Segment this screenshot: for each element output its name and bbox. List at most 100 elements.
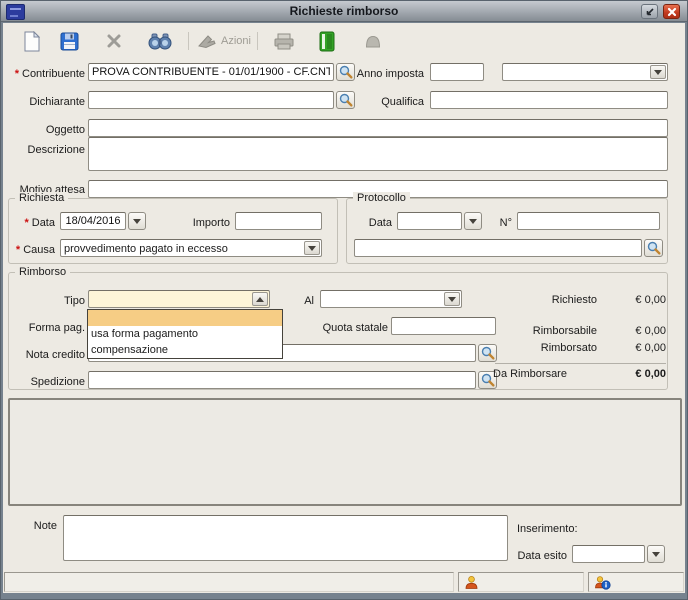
richiesta-data-label: *Data bbox=[8, 216, 55, 230]
richiesta-data-input[interactable] bbox=[60, 212, 126, 230]
combo-arrow-button[interactable] bbox=[252, 292, 268, 306]
causa-label: *Causa bbox=[8, 243, 55, 257]
save-button[interactable] bbox=[60, 27, 79, 55]
chevron-down-icon bbox=[469, 219, 477, 224]
protocollo-data-dropdown-button[interactable] bbox=[464, 212, 482, 230]
rimborsabile-label: Rimborsabile bbox=[493, 325, 597, 338]
close-icon bbox=[667, 7, 677, 17]
data-esito-input[interactable] bbox=[572, 545, 645, 563]
azioni-button[interactable]: Azioni bbox=[197, 27, 251, 55]
print-button[interactable] bbox=[273, 27, 295, 55]
restore-icon bbox=[645, 7, 655, 17]
protocollo-ricerca-input[interactable] bbox=[354, 239, 642, 257]
richiesto-label: Richiesto bbox=[493, 294, 597, 307]
dichiarante-label: Dichiarante bbox=[3, 95, 85, 109]
qualifica-input[interactable] bbox=[430, 91, 668, 109]
chevron-down-icon bbox=[448, 297, 456, 302]
close-button[interactable] bbox=[663, 4, 680, 19]
importo-label: Importo bbox=[163, 216, 230, 230]
data-esito-label: Data esito bbox=[503, 549, 567, 563]
richiesta-legend: Richiesta bbox=[15, 192, 68, 205]
tipo-anno-combo[interactable] bbox=[502, 63, 668, 81]
richiesta-data-dropdown-button[interactable] bbox=[128, 212, 146, 230]
causa-combo-value: provvedimento pagato in eccesso bbox=[64, 242, 301, 256]
qualifica-label: Qualifica bbox=[343, 95, 424, 109]
statusbar-user-panel bbox=[458, 572, 584, 592]
tipo-dropdown-list: usa forma pagamento compensazione bbox=[87, 309, 283, 359]
oggetto-label: Oggetto bbox=[3, 123, 85, 137]
protocollo-numero-input[interactable] bbox=[517, 212, 660, 230]
toolbar: Azioni bbox=[3, 23, 685, 60]
binoculars-icon bbox=[148, 33, 172, 50]
save-icon bbox=[60, 32, 79, 51]
statusbar-message-panel bbox=[4, 572, 454, 592]
oggetto-input[interactable] bbox=[88, 119, 668, 137]
protocollo-numero-label: N° bbox=[488, 216, 512, 230]
descrizione-label: Descrizione bbox=[3, 143, 85, 157]
nota-credito-label: Nota credito bbox=[3, 348, 85, 362]
al-label: Al bbox=[293, 294, 314, 308]
azioni-label: Azioni bbox=[221, 35, 251, 47]
rimborsato-value: € 0,00 bbox=[603, 342, 666, 355]
dichiarante-input[interactable] bbox=[88, 91, 334, 109]
tipo-combo[interactable] bbox=[88, 290, 270, 308]
magnifier-icon bbox=[647, 241, 661, 255]
importo-input[interactable] bbox=[235, 212, 322, 230]
combo-arrow-button[interactable] bbox=[444, 292, 460, 306]
toolbar-separator bbox=[257, 32, 258, 50]
data-esito-dropdown-button[interactable] bbox=[647, 545, 665, 563]
spedizione-input[interactable] bbox=[88, 371, 476, 389]
contribuente-label: *Contribuente bbox=[3, 67, 85, 81]
app-window: Richieste rimborso bbox=[0, 0, 688, 600]
inserimento-label: Inserimento: bbox=[517, 522, 617, 536]
da-rimborsare-value: € 0,00 bbox=[603, 368, 666, 381]
search-button[interactable] bbox=[148, 27, 172, 55]
spedizione-label: Spedizione bbox=[3, 375, 85, 389]
anno-imposta-label: Anno imposta bbox=[343, 67, 424, 81]
contribuente-label-text: Contribuente bbox=[22, 68, 85, 80]
archive-button[interactable] bbox=[319, 27, 335, 55]
gray-shield-icon bbox=[364, 34, 382, 49]
tipo-combo-value bbox=[92, 293, 249, 307]
required-marker: * bbox=[16, 244, 20, 256]
delete-button[interactable] bbox=[106, 27, 122, 55]
anno-imposta-input[interactable] bbox=[430, 63, 484, 81]
hand-icon bbox=[197, 33, 217, 49]
note-label: Note bbox=[13, 519, 57, 533]
protocollo-data-label: Data bbox=[353, 216, 392, 230]
protocollo-data-input[interactable] bbox=[397, 212, 462, 230]
dropdown-item-usa-forma-pagamento[interactable]: usa forma pagamento bbox=[88, 326, 282, 342]
quota-statale-input[interactable] bbox=[391, 317, 496, 335]
combo-arrow-button[interactable] bbox=[650, 65, 666, 79]
da-rimborsare-label: Da Rimborsare bbox=[493, 368, 597, 381]
dropdown-item-empty[interactable] bbox=[88, 310, 282, 326]
causa-label-text: Causa bbox=[23, 244, 55, 256]
detail-panel bbox=[8, 398, 682, 506]
protocollo-search-button[interactable] bbox=[644, 239, 663, 257]
contribuente-input[interactable] bbox=[88, 63, 334, 81]
forma-pag-label: Forma pag. bbox=[3, 321, 85, 335]
chevron-up-icon bbox=[256, 297, 264, 302]
al-combo-value bbox=[324, 293, 441, 307]
note-textarea[interactable] bbox=[63, 515, 508, 561]
protocollo-legend: Protocollo bbox=[353, 192, 410, 205]
chevron-down-icon bbox=[652, 552, 660, 557]
new-button[interactable] bbox=[23, 27, 40, 55]
chevron-down-icon bbox=[654, 70, 662, 75]
combo-arrow-button[interactable] bbox=[304, 241, 320, 255]
required-marker: * bbox=[24, 217, 28, 229]
user-info-icon bbox=[594, 575, 611, 590]
restore-button[interactable] bbox=[641, 4, 658, 19]
new-document-icon bbox=[23, 31, 40, 52]
al-combo[interactable] bbox=[320, 290, 462, 308]
title-bar: Richieste rimborso bbox=[1, 1, 687, 22]
toolbar-separator bbox=[188, 32, 189, 50]
rimborsato-label: Rimborsato bbox=[493, 342, 597, 355]
dropdown-item-compensazione[interactable]: compensazione bbox=[88, 342, 282, 358]
shield-button[interactable] bbox=[364, 27, 382, 55]
descrizione-textarea[interactable] bbox=[88, 137, 668, 171]
chevron-down-icon bbox=[133, 219, 141, 224]
richiesto-value: € 0,00 bbox=[603, 294, 666, 307]
causa-combo[interactable]: provvedimento pagato in eccesso bbox=[60, 239, 322, 257]
user-icon bbox=[464, 575, 479, 590]
